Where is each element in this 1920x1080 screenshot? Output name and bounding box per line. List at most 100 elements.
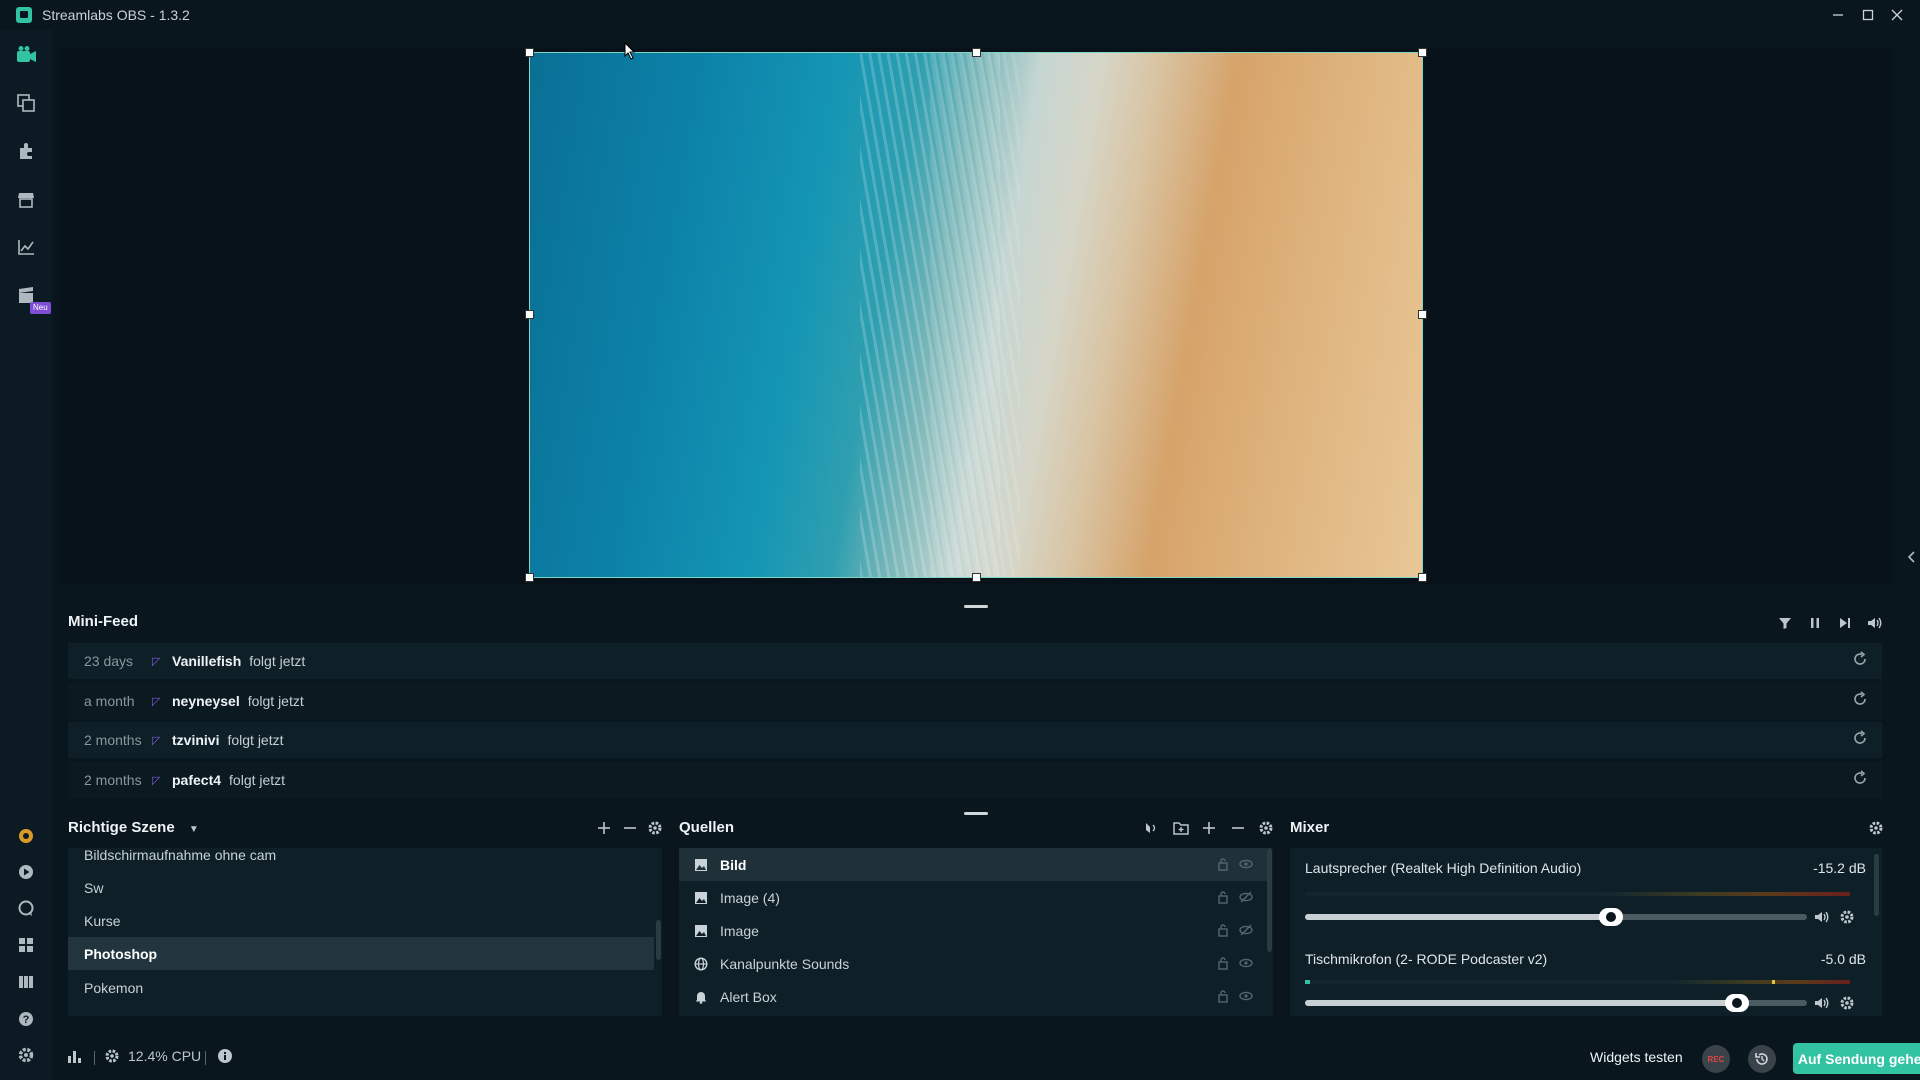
close-icon[interactable] — [1884, 3, 1910, 27]
mixer-scrollbar[interactable] — [1874, 854, 1879, 916]
lock-icon[interactable] — [1217, 989, 1229, 1003]
source-audio-icon[interactable] — [1142, 818, 1162, 838]
resize-handle-top[interactable] — [972, 48, 981, 57]
selected-image-source-beach[interactable] — [529, 52, 1423, 578]
hidden-eye-icon[interactable] — [1239, 923, 1253, 937]
pause-icon[interactable] — [1804, 612, 1826, 634]
audio-settings-gear-icon[interactable] — [1838, 908, 1856, 926]
replay-buffer-icon[interactable] — [1748, 1045, 1776, 1073]
new-badge: Neu — [30, 302, 51, 314]
event-time: a month — [84, 693, 135, 709]
remove-source-icon[interactable] — [1228, 818, 1248, 838]
event-username: tzvinivi — [172, 732, 220, 748]
repeat-alert-icon[interactable] — [1852, 651, 1868, 667]
mute-speaker-icon[interactable] — [1813, 908, 1831, 926]
event-username: Vanillefish — [172, 653, 242, 669]
collapse-panel-chevron-icon[interactable] — [1904, 548, 1918, 566]
event-action: folgt jetzt — [227, 732, 284, 748]
repeat-alert-icon[interactable] — [1852, 691, 1868, 707]
prime-icon[interactable] — [14, 824, 38, 848]
source-item[interactable]: Image (4) — [679, 881, 1267, 914]
sources-title: Quellen — [679, 819, 735, 836]
skip-alert-icon[interactable] — [1834, 612, 1856, 634]
event-action: folgt jetzt — [249, 653, 306, 669]
remove-scene-icon[interactable] — [620, 818, 640, 838]
sources-list[interactable]: Bild Image (4) Image Kanalpunkte Sounds … — [679, 848, 1273, 1016]
lock-icon[interactable] — [1217, 857, 1229, 871]
scene-item[interactable]: Pokemon — [68, 971, 654, 1004]
add-scene-icon[interactable] — [594, 818, 614, 838]
app-store-puzzle-icon[interactable] — [14, 139, 38, 163]
scene-settings-gear-icon[interactable] — [645, 818, 665, 838]
audio-level-meter-fill — [1305, 980, 1310, 984]
resize-handle-left[interactable] — [525, 310, 534, 319]
repeat-alert-icon[interactable] — [1852, 730, 1868, 746]
record-button[interactable]: REC — [1702, 1045, 1730, 1073]
source-label: Image (4) — [720, 889, 780, 906]
hidden-eye-icon[interactable] — [1239, 890, 1253, 904]
mixer-settings-gear-icon[interactable] — [1866, 818, 1886, 838]
layout-grid-icon[interactable] — [14, 933, 38, 957]
dashboard-play-icon[interactable] — [14, 860, 38, 884]
maximize-icon[interactable] — [1855, 3, 1881, 27]
info-icon[interactable] — [217, 1048, 233, 1064]
volume-slider-knob[interactable] — [1599, 908, 1624, 926]
lock-icon[interactable] — [1217, 890, 1229, 904]
resize-handle-bottom-left[interactable] — [525, 573, 534, 582]
event-time: 23 days — [84, 653, 134, 669]
source-label: Alert Box — [720, 988, 777, 1005]
minimize-icon[interactable] — [1825, 3, 1851, 27]
analytics-icon[interactable] — [14, 235, 38, 259]
volume-slider[interactable] — [1305, 994, 1807, 1012]
themes-icon[interactable] — [14, 91, 38, 115]
chat-icon[interactable] — [14, 897, 38, 921]
resize-handle-top-right[interactable] — [1418, 48, 1427, 57]
source-item[interactable]: Kanalpunkte Sounds — [679, 947, 1267, 980]
performance-stats-icon[interactable] — [67, 1048, 83, 1064]
add-source-icon[interactable] — [1199, 818, 1219, 838]
visibility-eye-icon[interactable] — [1239, 857, 1253, 871]
source-item-selected[interactable]: Bild — [679, 848, 1267, 881]
filter-icon[interactable] — [1774, 612, 1796, 634]
audio-settings-gear-icon[interactable] — [1838, 994, 1856, 1012]
visibility-eye-icon[interactable] — [1239, 956, 1253, 970]
feed-event-row: a month ◸ neyneysel folgt jetzt — [68, 683, 1882, 719]
scene-item[interactable]: Sw — [68, 871, 654, 904]
repeat-alert-icon[interactable] — [1852, 770, 1868, 786]
scenes-scrollbar[interactable] — [656, 920, 661, 960]
scene-item-selected[interactable]: Photoshop — [68, 937, 654, 970]
source-item[interactable]: Image — [679, 914, 1267, 947]
editor-camera-icon[interactable] — [14, 43, 38, 67]
scene-collection-title[interactable]: Richtige Szene ▼ — [68, 819, 199, 836]
help-icon[interactable]: ? — [14, 1007, 38, 1031]
feed-resize-bar[interactable] — [964, 812, 988, 815]
source-settings-gear-icon[interactable] — [1256, 818, 1276, 838]
settings-gear-icon[interactable] — [14, 1043, 38, 1067]
bell-icon — [694, 990, 708, 1004]
lock-icon[interactable] — [1217, 923, 1229, 937]
add-folder-icon[interactable] — [1171, 818, 1191, 838]
scene-item[interactable]: Rechbader — [68, 1004, 654, 1017]
resize-handle-top-left[interactable] — [525, 48, 534, 57]
divider — [94, 1051, 95, 1065]
scenes-list[interactable]: Bildschirmaufnahme ohne cam Sw Kurse Pho… — [68, 848, 662, 1016]
mute-microphone-icon[interactable] — [1813, 994, 1831, 1012]
volume-slider[interactable] — [1305, 908, 1807, 926]
source-item[interactable]: Alert Box — [679, 980, 1267, 1013]
studio-mode-icon[interactable] — [14, 970, 38, 994]
scene-item[interactable]: Kurse — [68, 904, 654, 937]
scene-item[interactable]: Bildschirmaufnahme ohne cam — [68, 848, 654, 871]
lock-icon[interactable] — [1217, 956, 1229, 970]
resize-handle-right[interactable] — [1418, 310, 1427, 319]
volume-slider-knob[interactable] — [1724, 994, 1749, 1012]
resize-handle-bottom-right[interactable] — [1418, 573, 1427, 582]
feed-event-row: 2 months ◸ tzvinivi folgt jetzt — [68, 722, 1882, 758]
volume-icon[interactable] — [1864, 612, 1886, 634]
test-widgets-button[interactable]: Widgets testen — [1590, 1049, 1683, 1065]
visibility-eye-icon[interactable] — [1239, 989, 1253, 1003]
resize-handle-bottom[interactable] — [972, 573, 981, 582]
sources-scrollbar[interactable] — [1267, 848, 1272, 952]
store-icon[interactable] — [14, 187, 38, 211]
go-live-button[interactable]: Auf Sendung gehen — [1793, 1043, 1920, 1074]
preview-resize-bar[interactable] — [964, 605, 988, 608]
